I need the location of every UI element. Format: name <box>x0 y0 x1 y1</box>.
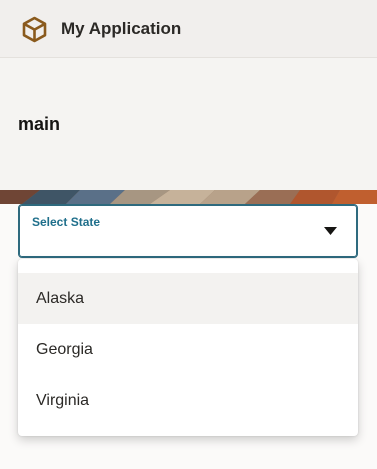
state-select-label: Select State <box>32 215 101 229</box>
state-select[interactable]: Select State <box>18 204 358 258</box>
option-virginia[interactable]: Virginia <box>18 375 358 426</box>
option-alaska[interactable]: Alaska <box>18 273 358 324</box>
app-header: My Application <box>0 0 377 58</box>
page-title: main <box>18 114 61 134</box>
cube-icon <box>22 16 47 43</box>
option-georgia[interactable]: Georgia <box>18 324 358 375</box>
decorative-banner <box>0 190 377 204</box>
banner-pattern-image <box>0 190 377 204</box>
app-title: My Application <box>61 19 182 38</box>
page-header-section: main <box>0 58 377 190</box>
caret-down-icon[interactable] <box>324 227 337 235</box>
state-dropdown-list: Alaska Georgia Virginia <box>18 259 358 436</box>
dropdown-spacer <box>18 259 358 273</box>
